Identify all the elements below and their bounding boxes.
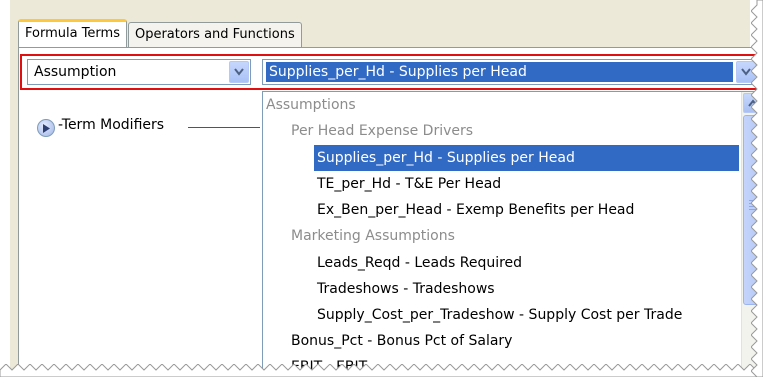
term-type-select[interactable]: Assumption	[27, 59, 251, 85]
expand-term-modifiers-button[interactable]	[37, 119, 55, 137]
list-item[interactable]: Leads_Reqd - Leads Required	[317, 250, 522, 276]
grip-line	[749, 203, 757, 204]
grip-line	[749, 206, 757, 207]
vertical-scrollbar[interactable]	[741, 92, 762, 377]
chevron-up-icon	[747, 99, 758, 107]
list-item[interactable]: Ex_Ben_per_Head - Exemp Benefits per Hea…	[317, 197, 634, 223]
list-group-header: Marketing Assumptions	[291, 228, 455, 244]
groupbox-divider-line	[188, 127, 260, 128]
term-modifiers-label: -Term Modifiers	[58, 117, 165, 133]
list-item[interactable]: Supply_Cost_per_Tradeshow - Supply Cost …	[317, 302, 682, 328]
term-select-value: Supplies_per_Hd - Supplies per Head	[266, 62, 733, 82]
term-select[interactable]: Supplies_per_Hd - Supplies per Head	[262, 59, 758, 85]
list-item-selected[interactable]: Supplies_per_Hd - Supplies per Head	[314, 145, 739, 171]
list-item[interactable]: Bonus_Pct - Bonus Pct of Salary	[291, 328, 512, 354]
chevron-down-icon	[741, 68, 751, 76]
list-group-header: Assumptions	[266, 97, 356, 113]
list-group-header: Per Head Expense Drivers	[291, 123, 474, 139]
chevron-down-icon	[234, 68, 244, 76]
list-item[interactable]: EBIT - EBIT	[291, 354, 367, 377]
dropdown-arrow-button[interactable]	[736, 61, 756, 83]
tab-operators-and-functions[interactable]: Operators and Functions	[127, 22, 302, 47]
term-dropdown-list[interactable]: Assumptions Per Head Expense Drivers Sup…	[262, 91, 763, 377]
grip-line	[749, 200, 757, 201]
play-arrow-icon	[43, 123, 50, 133]
tab-formula-terms[interactable]: Formula Terms	[18, 19, 127, 47]
tab-strip: Formula Terms Operators and Functions	[18, 19, 302, 47]
grip-line	[749, 209, 757, 210]
dropdown-arrow-button[interactable]	[229, 61, 249, 83]
scroll-up-button[interactable]	[743, 93, 762, 113]
scrollbar-thumb[interactable]	[743, 115, 762, 305]
term-type-value: Assumption	[34, 64, 117, 80]
list-item[interactable]: TE_per_Hd - T&E Per Head	[317, 171, 501, 197]
list-item[interactable]: Tradeshows - Tradeshows	[317, 276, 495, 302]
